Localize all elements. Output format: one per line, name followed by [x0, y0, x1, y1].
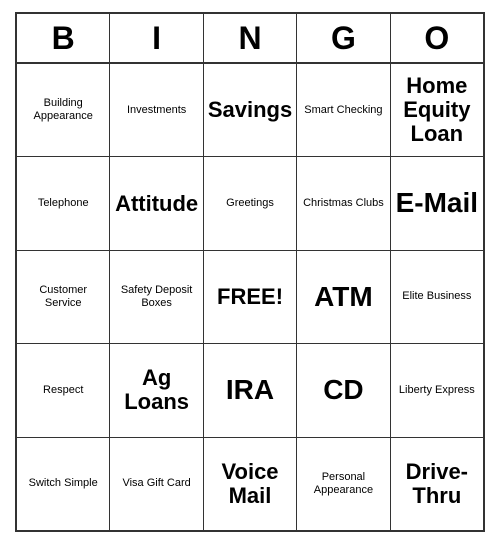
bingo-cell: Liberty Express: [391, 344, 483, 436]
bingo-cell: Attitude: [110, 157, 203, 249]
bingo-cell: E-Mail: [391, 157, 483, 249]
bingo-cell: Smart Checking: [297, 64, 390, 156]
bingo-row: RespectAg LoansIRACDLiberty Express: [17, 344, 483, 437]
bingo-card: BINGO Building AppearanceInvestmentsSavi…: [15, 12, 485, 532]
bingo-cell: Customer Service: [17, 251, 110, 343]
bingo-cell: Greetings: [204, 157, 297, 249]
bingo-row: Building AppearanceInvestmentsSavingsSma…: [17, 64, 483, 157]
bingo-cell: Respect: [17, 344, 110, 436]
bingo-cell: Home Equity Loan: [391, 64, 483, 156]
header-letter: G: [297, 14, 390, 62]
bingo-header: BINGO: [17, 14, 483, 64]
bingo-cell: Telephone: [17, 157, 110, 249]
bingo-cell: Savings: [204, 64, 297, 156]
bingo-cell: Safety Deposit Boxes: [110, 251, 203, 343]
bingo-cell: Voice Mail: [204, 438, 297, 530]
bingo-cell: Drive-Thru: [391, 438, 483, 530]
bingo-row: Customer ServiceSafety Deposit BoxesFREE…: [17, 251, 483, 344]
bingo-grid: Building AppearanceInvestmentsSavingsSma…: [17, 64, 483, 530]
bingo-cell: Personal Appearance: [297, 438, 390, 530]
header-letter: I: [110, 14, 203, 62]
bingo-cell: FREE!: [204, 251, 297, 343]
bingo-cell: IRA: [204, 344, 297, 436]
bingo-cell: Ag Loans: [110, 344, 203, 436]
bingo-cell: Building Appearance: [17, 64, 110, 156]
header-letter: N: [204, 14, 297, 62]
bingo-cell: Elite Business: [391, 251, 483, 343]
bingo-cell: CD: [297, 344, 390, 436]
bingo-row: Switch SimpleVisa Gift CardVoice MailPer…: [17, 438, 483, 530]
bingo-cell: Investments: [110, 64, 203, 156]
header-letter: B: [17, 14, 110, 62]
bingo-cell: Christmas Clubs: [297, 157, 390, 249]
bingo-row: TelephoneAttitudeGreetingsChristmas Club…: [17, 157, 483, 250]
header-letter: O: [391, 14, 483, 62]
bingo-cell: Switch Simple: [17, 438, 110, 530]
bingo-cell: Visa Gift Card: [110, 438, 203, 530]
bingo-cell: ATM: [297, 251, 390, 343]
